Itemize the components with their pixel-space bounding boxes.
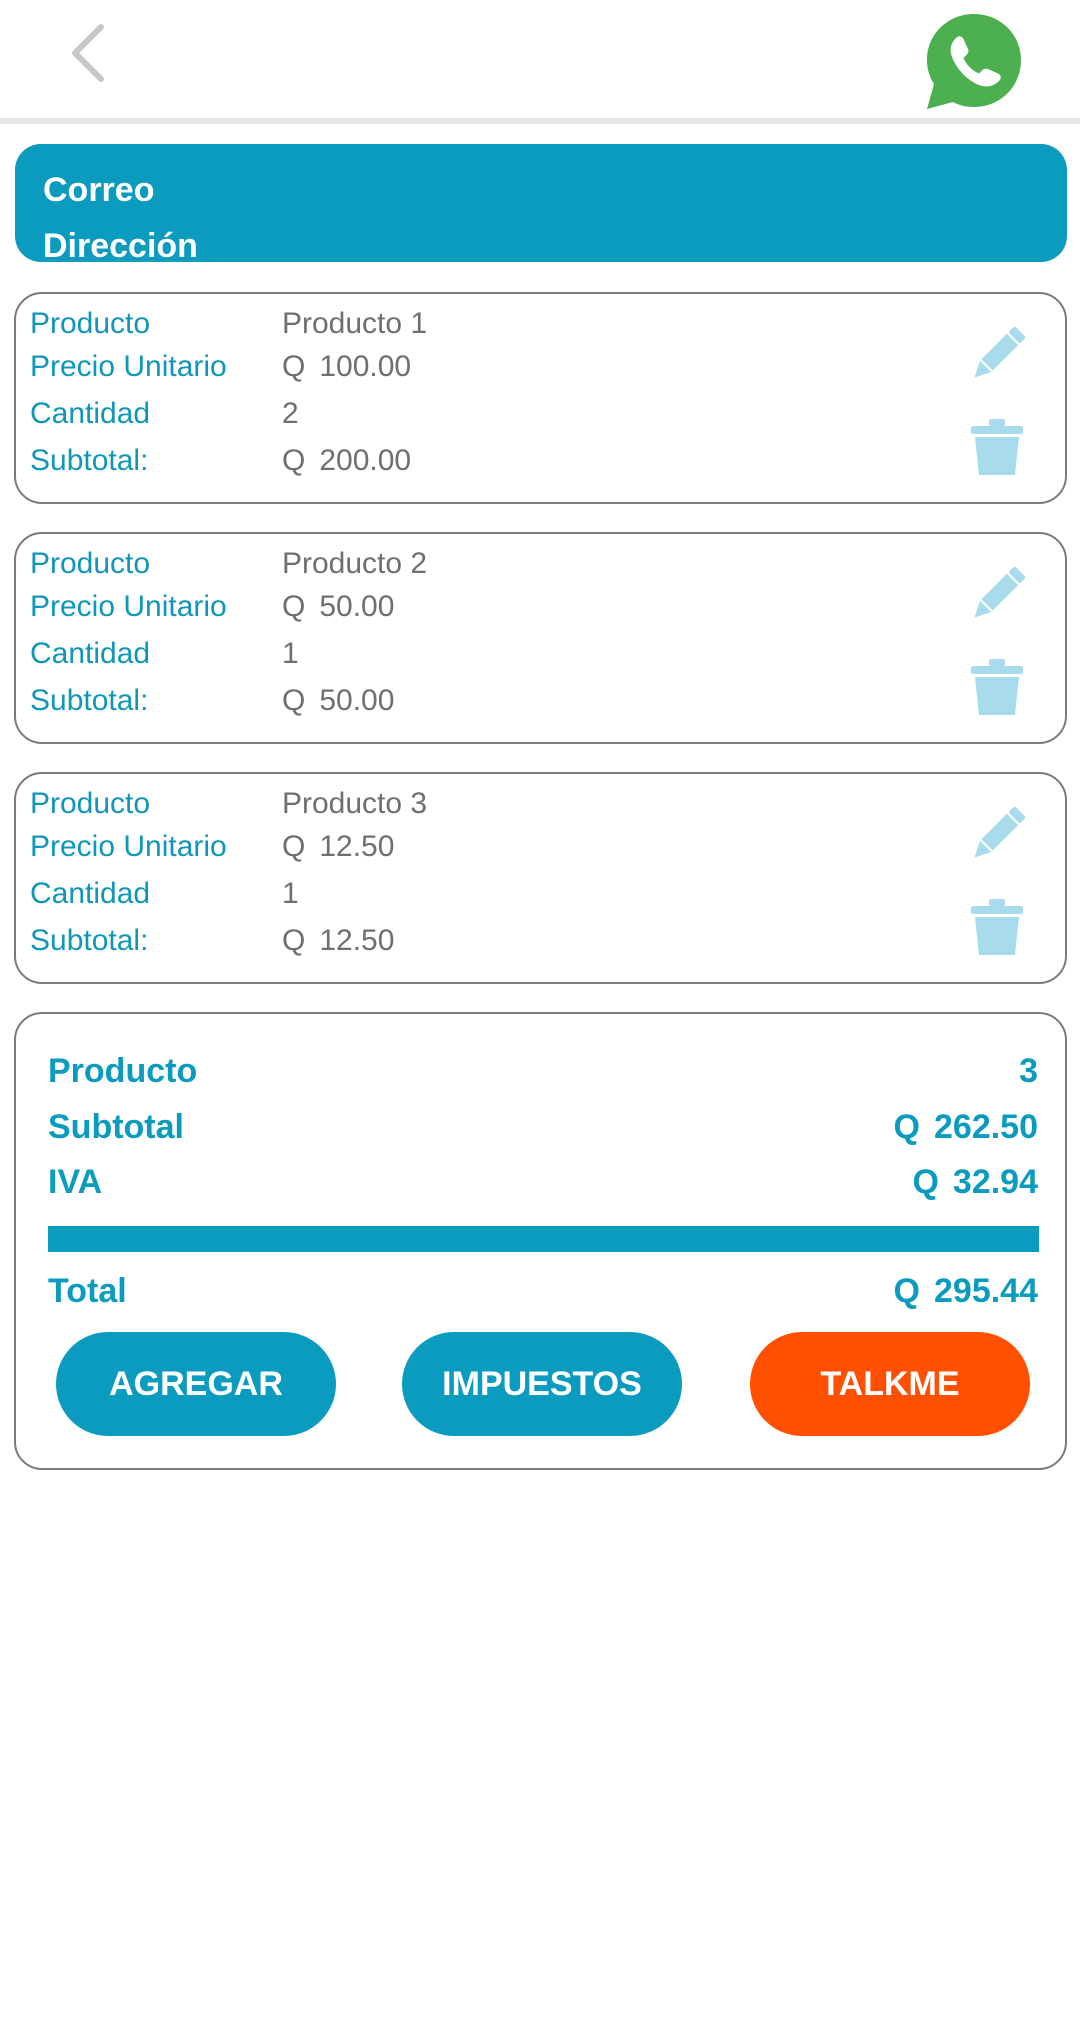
summary-products-row: Producto 3 (48, 1046, 1038, 1096)
pencil-icon (974, 566, 1026, 618)
pencil-icon (974, 326, 1026, 378)
summary-total-row: Total Q 295.44 (48, 1266, 1038, 1316)
quantity-value: 1 (282, 877, 299, 910)
summary-total-label: Total (48, 1271, 127, 1310)
currency-symbol: Q (282, 924, 306, 957)
trash-icon (971, 899, 1023, 955)
talkme-button[interactable]: TALKME (750, 1332, 1030, 1436)
product-row: Producto Producto 2 (30, 542, 427, 586)
whatsapp-button[interactable] (922, 10, 1026, 114)
product-label: Producto (30, 307, 151, 340)
email-label: Correo (43, 171, 155, 209)
product-row: Producto Producto 3 (30, 782, 427, 826)
edit-button[interactable] (964, 562, 1030, 628)
quantity-label: Cantidad (30, 397, 151, 430)
quantity-row: Cantidad 1 (30, 632, 299, 676)
unit-price-label: Precio Unitario (30, 350, 227, 383)
currency-symbol: Q (912, 1162, 939, 1201)
summary-iva-row: IVA Q 32.94 (48, 1157, 1038, 1207)
product-name: Producto 1 (282, 307, 428, 340)
summary-products-count: 3 (1019, 1051, 1038, 1090)
product-card: Producto Producto 1 Precio Unitario Q 100… (14, 292, 1067, 504)
currency-symbol: Q (282, 444, 306, 477)
product-label: Producto (30, 787, 151, 820)
unit-price-value: 12.50 (319, 830, 395, 863)
pencil-icon (974, 806, 1026, 858)
quantity-value: 2 (282, 397, 299, 430)
currency-symbol: Q (893, 1271, 920, 1310)
unit-price-value: 100.00 (319, 350, 412, 383)
back-button[interactable] (52, 18, 122, 88)
unit-price-row: Precio Unitario Q 12.50 (30, 825, 394, 869)
subtotal-value: 12.50 (319, 924, 395, 957)
unit-price-row: Precio Unitario Q 100.00 (30, 345, 411, 389)
currency-symbol: Q (282, 684, 306, 717)
currency-symbol: Q (893, 1107, 920, 1146)
chevron-left-icon (72, 24, 104, 82)
summary-iva-value: 32.94 (952, 1162, 1038, 1201)
whatsapp-icon (927, 14, 1021, 109)
summary-total-value: 295.44 (934, 1271, 1038, 1310)
subtotal-value: 200.00 (319, 444, 412, 477)
quantity-row: Cantidad 1 (30, 872, 299, 916)
add-button[interactable]: AGREGAR (56, 1332, 336, 1436)
subtotal-value: 50.00 (319, 684, 395, 717)
unit-price-label: Precio Unitario (30, 830, 227, 863)
quantity-label: Cantidad (30, 637, 151, 670)
currency-symbol: Q (282, 350, 306, 383)
summary-iva-label: IVA (48, 1162, 103, 1201)
product-row: Producto Producto 1 (30, 302, 427, 346)
subtotal-label: Subtotal: (30, 684, 149, 717)
unit-price-label: Precio Unitario (30, 590, 227, 623)
trash-icon (971, 419, 1023, 475)
summary-subtotal-label: Subtotal (48, 1107, 184, 1146)
subtotal-row: Subtotal: Q 50.00 (30, 679, 394, 723)
taxes-button[interactable]: IMPUESTOS (402, 1332, 682, 1436)
currency-symbol: Q (282, 590, 306, 623)
delete-button[interactable] (964, 894, 1030, 960)
delete-button[interactable] (964, 414, 1030, 480)
product-card: Producto Producto 2 Precio Unitario Q 50.… (14, 532, 1067, 744)
subtotal-label: Subtotal: (30, 924, 149, 957)
summary-subtotal-row: Subtotal Q 262.50 (48, 1102, 1038, 1152)
edit-button[interactable] (964, 322, 1030, 388)
order-summary-card: Producto 3 Subtotal Q 262.50 IVA Q 32.94 T… (14, 1012, 1067, 1470)
quantity-label: Cantidad (30, 877, 151, 910)
unit-price-row: Precio Unitario Q 50.00 (30, 585, 394, 629)
trash-icon (971, 659, 1023, 715)
edit-button[interactable] (964, 802, 1030, 868)
product-label: Producto (30, 547, 151, 580)
product-name: Producto 3 (282, 787, 428, 820)
summary-divider (48, 1226, 1039, 1252)
product-card: Producto Producto 3 Precio Unitario Q 12.… (14, 772, 1067, 984)
subtotal-row: Subtotal: Q 12.50 (30, 919, 394, 963)
summary-products-label: Producto (48, 1051, 198, 1090)
subtotal-row: Subtotal: Q 200.00 (30, 439, 411, 483)
quantity-value: 1 (282, 637, 299, 670)
address-label: Dirección (43, 227, 198, 265)
unit-price-value: 50.00 (319, 590, 395, 623)
client-info-panel: Correo Dirección (15, 144, 1067, 265)
summary-subtotal-value: 262.50 (934, 1107, 1038, 1146)
subtotal-label: Subtotal: (30, 444, 149, 477)
quantity-row: Cantidad 2 (30, 392, 299, 436)
product-name: Producto 2 (282, 547, 428, 580)
delete-button[interactable] (964, 654, 1030, 720)
top-bar (0, 0, 1080, 124)
currency-symbol: Q (282, 830, 306, 863)
